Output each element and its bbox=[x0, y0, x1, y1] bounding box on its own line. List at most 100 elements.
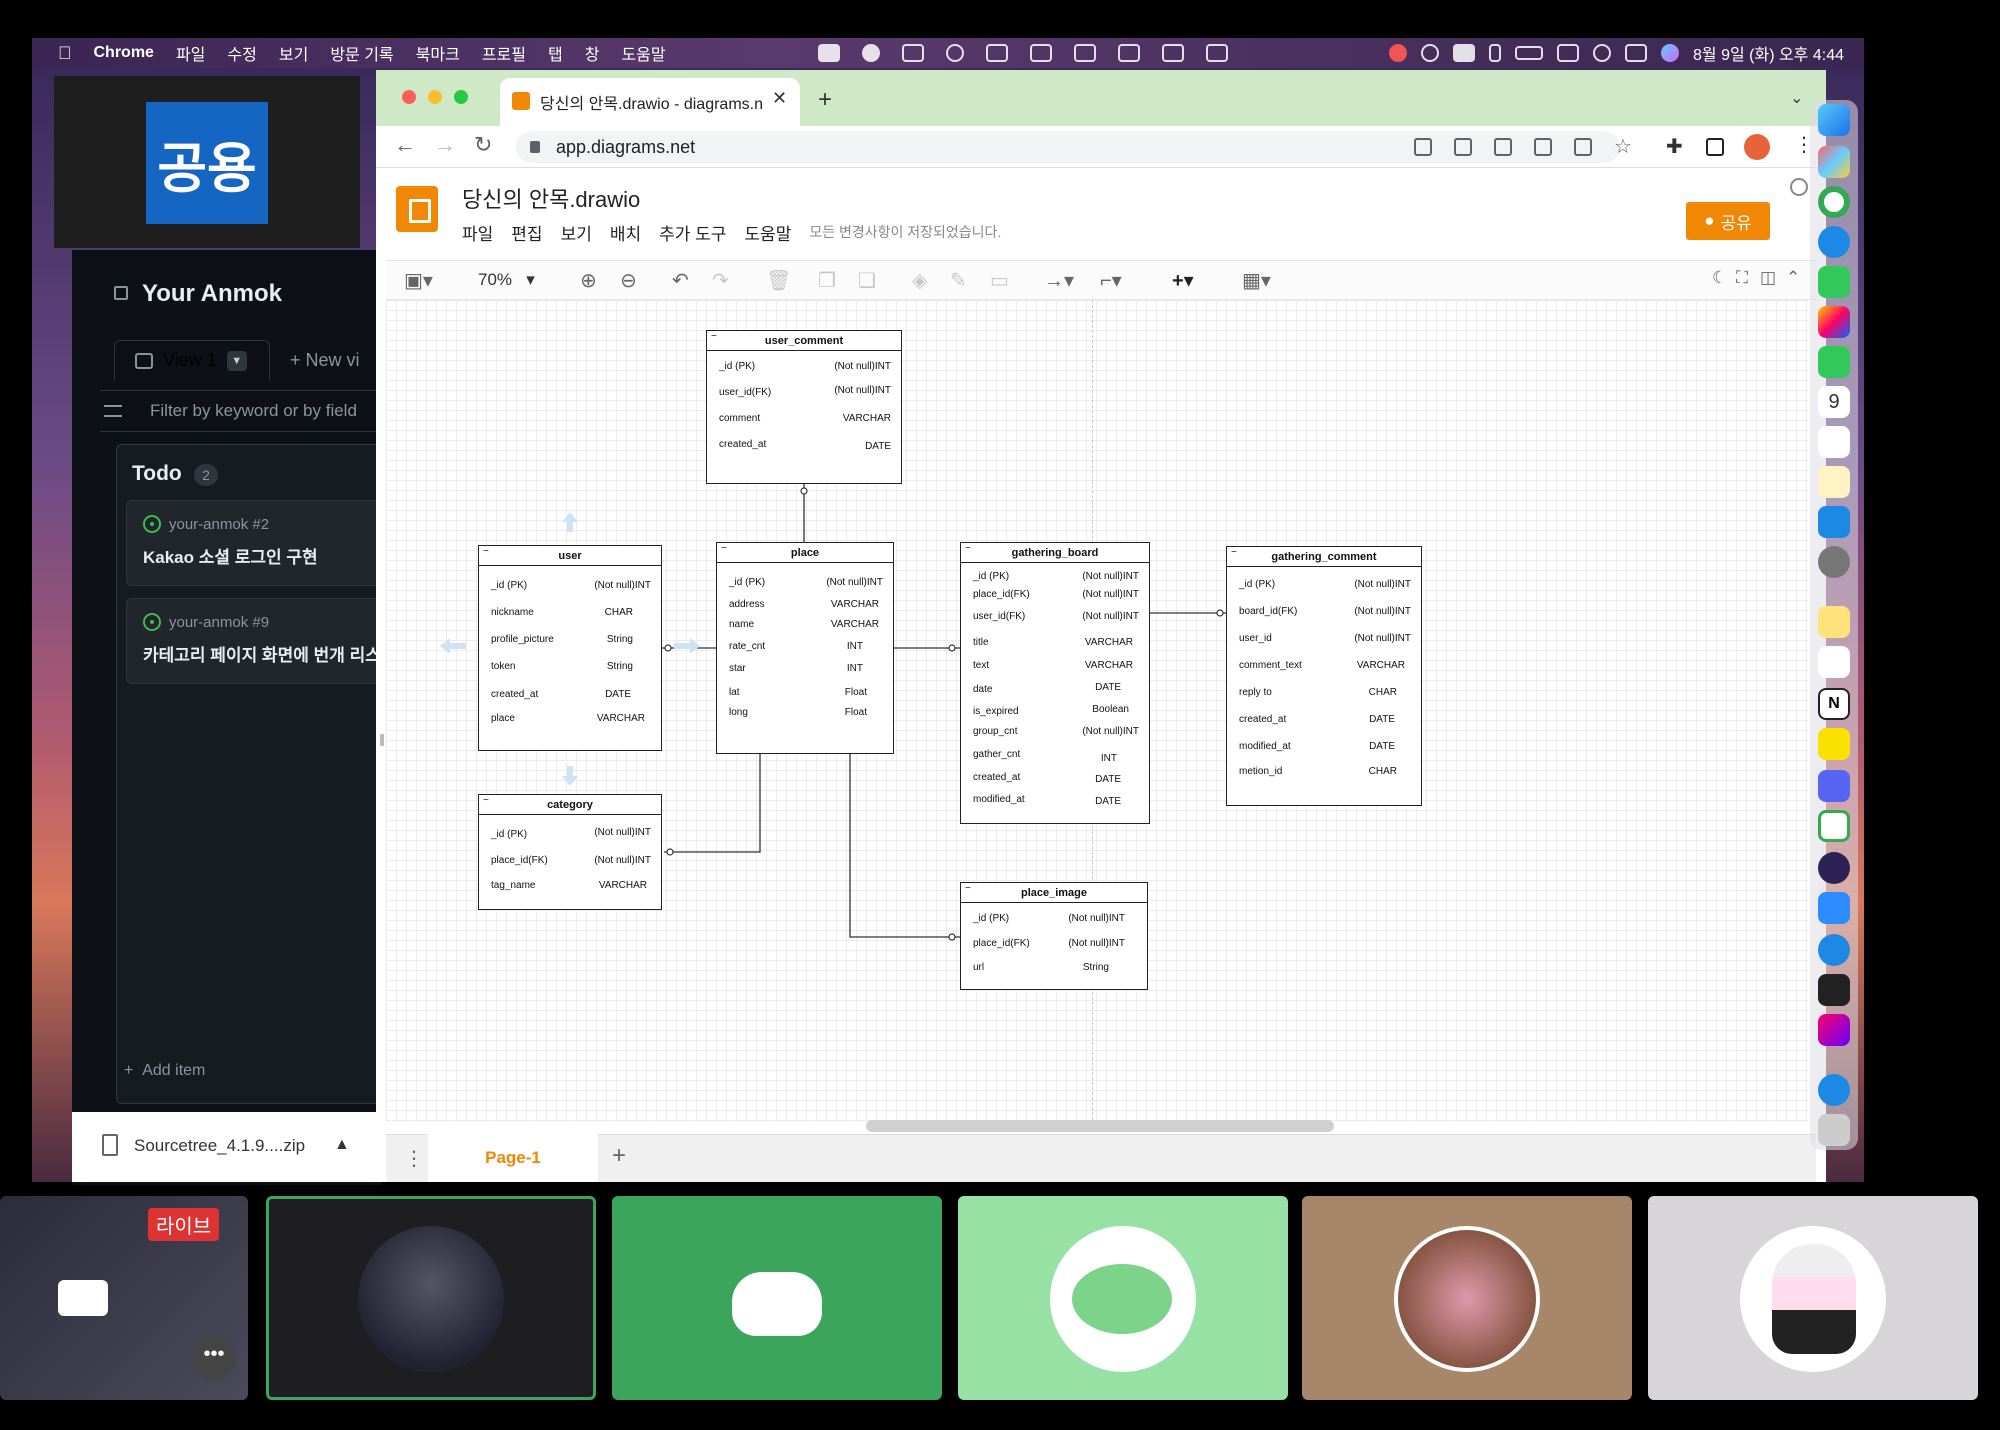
discord-icon[interactable] bbox=[1818, 770, 1850, 802]
sidebar-resize-handle[interactable] bbox=[380, 734, 384, 746]
issue-card[interactable]: your-anmok #2 Kakao 소셜 로그인 구현 bbox=[126, 500, 388, 586]
new-view-button[interactable]: + New vi bbox=[290, 350, 360, 371]
browser-tab[interactable]: 당신의 안목.drawio - diagrams.n bbox=[500, 78, 800, 126]
file-title[interactable]: 당신의 안목.drawio bbox=[462, 182, 640, 214]
previous-track-icon[interactable] bbox=[1074, 44, 1096, 62]
menu-tab[interactable]: 탭 bbox=[548, 41, 563, 65]
line-color-icon[interactable]: ✎ bbox=[950, 268, 967, 293]
screen-record-icon[interactable] bbox=[818, 44, 840, 62]
profile-avatar[interactable] bbox=[1744, 134, 1770, 160]
menu-help[interactable]: 도움말 bbox=[621, 41, 665, 65]
insert-icon[interactable]: +▾ bbox=[1172, 268, 1194, 293]
add-item-button[interactable]: + Add item bbox=[124, 1062, 205, 1080]
app-store-icon[interactable] bbox=[1818, 506, 1850, 538]
messages-icon[interactable] bbox=[1818, 266, 1850, 298]
reload-icon[interactable]: ↻ bbox=[474, 132, 492, 158]
kakaomap-icon[interactable] bbox=[1818, 810, 1850, 842]
status-dot-icon[interactable] bbox=[862, 44, 880, 62]
control-center-icon[interactable] bbox=[1625, 44, 1648, 62]
apple-icon[interactable]:  bbox=[58, 43, 72, 64]
bluetooth-icon[interactable] bbox=[1489, 44, 1502, 62]
er-table-user_comment[interactable]: user_comment _id (PK) (Not null)INT user_… bbox=[706, 327, 902, 484]
chrome-icon[interactable] bbox=[1818, 186, 1850, 218]
connection-icon[interactable]: →▾ bbox=[1044, 268, 1074, 293]
tab-view-1[interactable]: View 1 ▼ bbox=[114, 340, 270, 380]
record-icon[interactable] bbox=[1421, 44, 1440, 62]
stickies-icon[interactable] bbox=[1818, 606, 1850, 638]
maps-icon[interactable] bbox=[1818, 934, 1850, 966]
menubar-clock[interactable]: 8월 9일 (화) 오후 4:44 bbox=[1693, 41, 1844, 65]
issue-card[interactable]: your-anmok #9 카테고리 페이지 화면에 번개 리스 bbox=[126, 598, 388, 684]
fill-color-icon[interactable]: ◈ bbox=[912, 268, 927, 293]
filter-input[interactable]: Filter by keyword or by field bbox=[100, 390, 382, 432]
share-icon[interactable] bbox=[1574, 138, 1592, 156]
collapse-icon[interactable]: ⌃ bbox=[1786, 268, 1800, 288]
er-table-user[interactable]: user _id (PK)(Not null)INT nicknameCHAR … bbox=[478, 542, 662, 751]
shuffle-icon[interactable] bbox=[1206, 44, 1228, 62]
safari-icon[interactable] bbox=[1818, 226, 1850, 258]
menu-view[interactable]: 보기 bbox=[279, 41, 308, 65]
eclipse-icon[interactable] bbox=[1818, 852, 1850, 884]
bookmark-star-icon[interactable]: ☆ bbox=[1614, 134, 1632, 159]
to-front-icon[interactable]: ❐ bbox=[818, 268, 836, 293]
search-icon[interactable] bbox=[1593, 44, 1612, 62]
menu-file[interactable]: 파일 bbox=[176, 41, 205, 65]
lock-icon[interactable] bbox=[530, 141, 540, 153]
copy-icon[interactable] bbox=[1534, 138, 1552, 156]
back-icon[interactable]: ← bbox=[394, 132, 416, 158]
install-icon[interactable] bbox=[1454, 138, 1472, 156]
to-back-icon[interactable]: ❏ bbox=[858, 268, 876, 293]
system-settings-icon[interactable] bbox=[1818, 546, 1850, 578]
hand-icon[interactable] bbox=[986, 44, 1008, 62]
menu-window[interactable]: 창 bbox=[585, 41, 600, 65]
er-table-place[interactable]: place _id (PK)(Not null)INT addressVARCH… bbox=[716, 539, 894, 754]
zoom-icon[interactable] bbox=[1818, 892, 1850, 924]
next-track-icon[interactable] bbox=[1162, 44, 1184, 62]
tab-page-1[interactable]: Page-1 bbox=[428, 1134, 598, 1182]
launchpad-icon[interactable] bbox=[1818, 146, 1850, 178]
pages-menu-icon[interactable]: ⋮ bbox=[404, 1146, 424, 1171]
chevron-up-icon[interactable]: ▲ bbox=[334, 1136, 350, 1154]
forward-icon[interactable]: → bbox=[434, 132, 456, 158]
menu-app-chrome[interactable]: Chrome bbox=[94, 44, 154, 62]
waypoints-icon[interactable]: ⌐▾ bbox=[1100, 268, 1122, 293]
intellij-icon[interactable] bbox=[1818, 1014, 1850, 1046]
refresh-icon[interactable] bbox=[946, 44, 964, 62]
shadow-icon[interactable]: ▭ bbox=[990, 268, 1009, 293]
finder-icon[interactable] bbox=[1818, 104, 1850, 136]
delete-icon[interactable]: 🗑 bbox=[766, 268, 791, 293]
siri-icon[interactable] bbox=[1661, 44, 1680, 62]
menu-help[interactable]: 도움말 bbox=[744, 220, 791, 245]
glasses-icon[interactable] bbox=[902, 44, 924, 62]
horizontal-scrollbar[interactable] bbox=[866, 1120, 1334, 1132]
menu-history[interactable]: 방문 기록 bbox=[330, 41, 393, 65]
more-options-icon[interactable]: ••• bbox=[192, 1336, 236, 1380]
redo-icon[interactable]: ↷ bbox=[712, 268, 729, 293]
facetime-icon[interactable] bbox=[1818, 346, 1850, 378]
share-button[interactable]: ● 공유 bbox=[1686, 202, 1770, 240]
notes-icon[interactable] bbox=[1818, 466, 1850, 498]
format-panel-icon[interactable]: ▣▾ bbox=[404, 268, 433, 293]
format-toggle-icon[interactable]: ◫ bbox=[1760, 268, 1776, 288]
close-window-button[interactable] bbox=[402, 90, 416, 104]
trash-icon[interactable] bbox=[1818, 1114, 1850, 1146]
input-source-icon[interactable] bbox=[1453, 44, 1476, 62]
photos-icon[interactable] bbox=[1818, 306, 1850, 338]
side-panel-icon[interactable] bbox=[1706, 138, 1724, 156]
location-app-icon[interactable] bbox=[1818, 1074, 1850, 1106]
menu-view[interactable]: 보기 bbox=[561, 220, 592, 245]
menu-arrange[interactable]: 배치 bbox=[610, 220, 641, 245]
calendar-icon[interactable]: 9 bbox=[1818, 386, 1850, 418]
menu-edit[interactable]: 편집 bbox=[511, 220, 542, 245]
chevron-down-icon[interactable]: ▼ bbox=[226, 350, 247, 371]
link-icon[interactable] bbox=[1557, 44, 1580, 62]
menu-profiles[interactable]: 프로필 bbox=[482, 41, 526, 65]
maximize-window-button[interactable] bbox=[454, 90, 468, 104]
slack-icon[interactable] bbox=[1818, 646, 1850, 678]
kakaotalk-icon[interactable] bbox=[1818, 728, 1850, 760]
dark-mode-icon[interactable]: ☾ bbox=[1712, 268, 1727, 288]
tab-search-icon[interactable]: ⌄ bbox=[1790, 88, 1803, 108]
extensions-icon[interactable]: ✚ bbox=[1666, 134, 1683, 159]
undo-icon[interactable]: ↶ bbox=[672, 268, 689, 293]
er-table-category[interactable]: category _id (PK) (Not null)INT place_id(… bbox=[478, 791, 662, 910]
